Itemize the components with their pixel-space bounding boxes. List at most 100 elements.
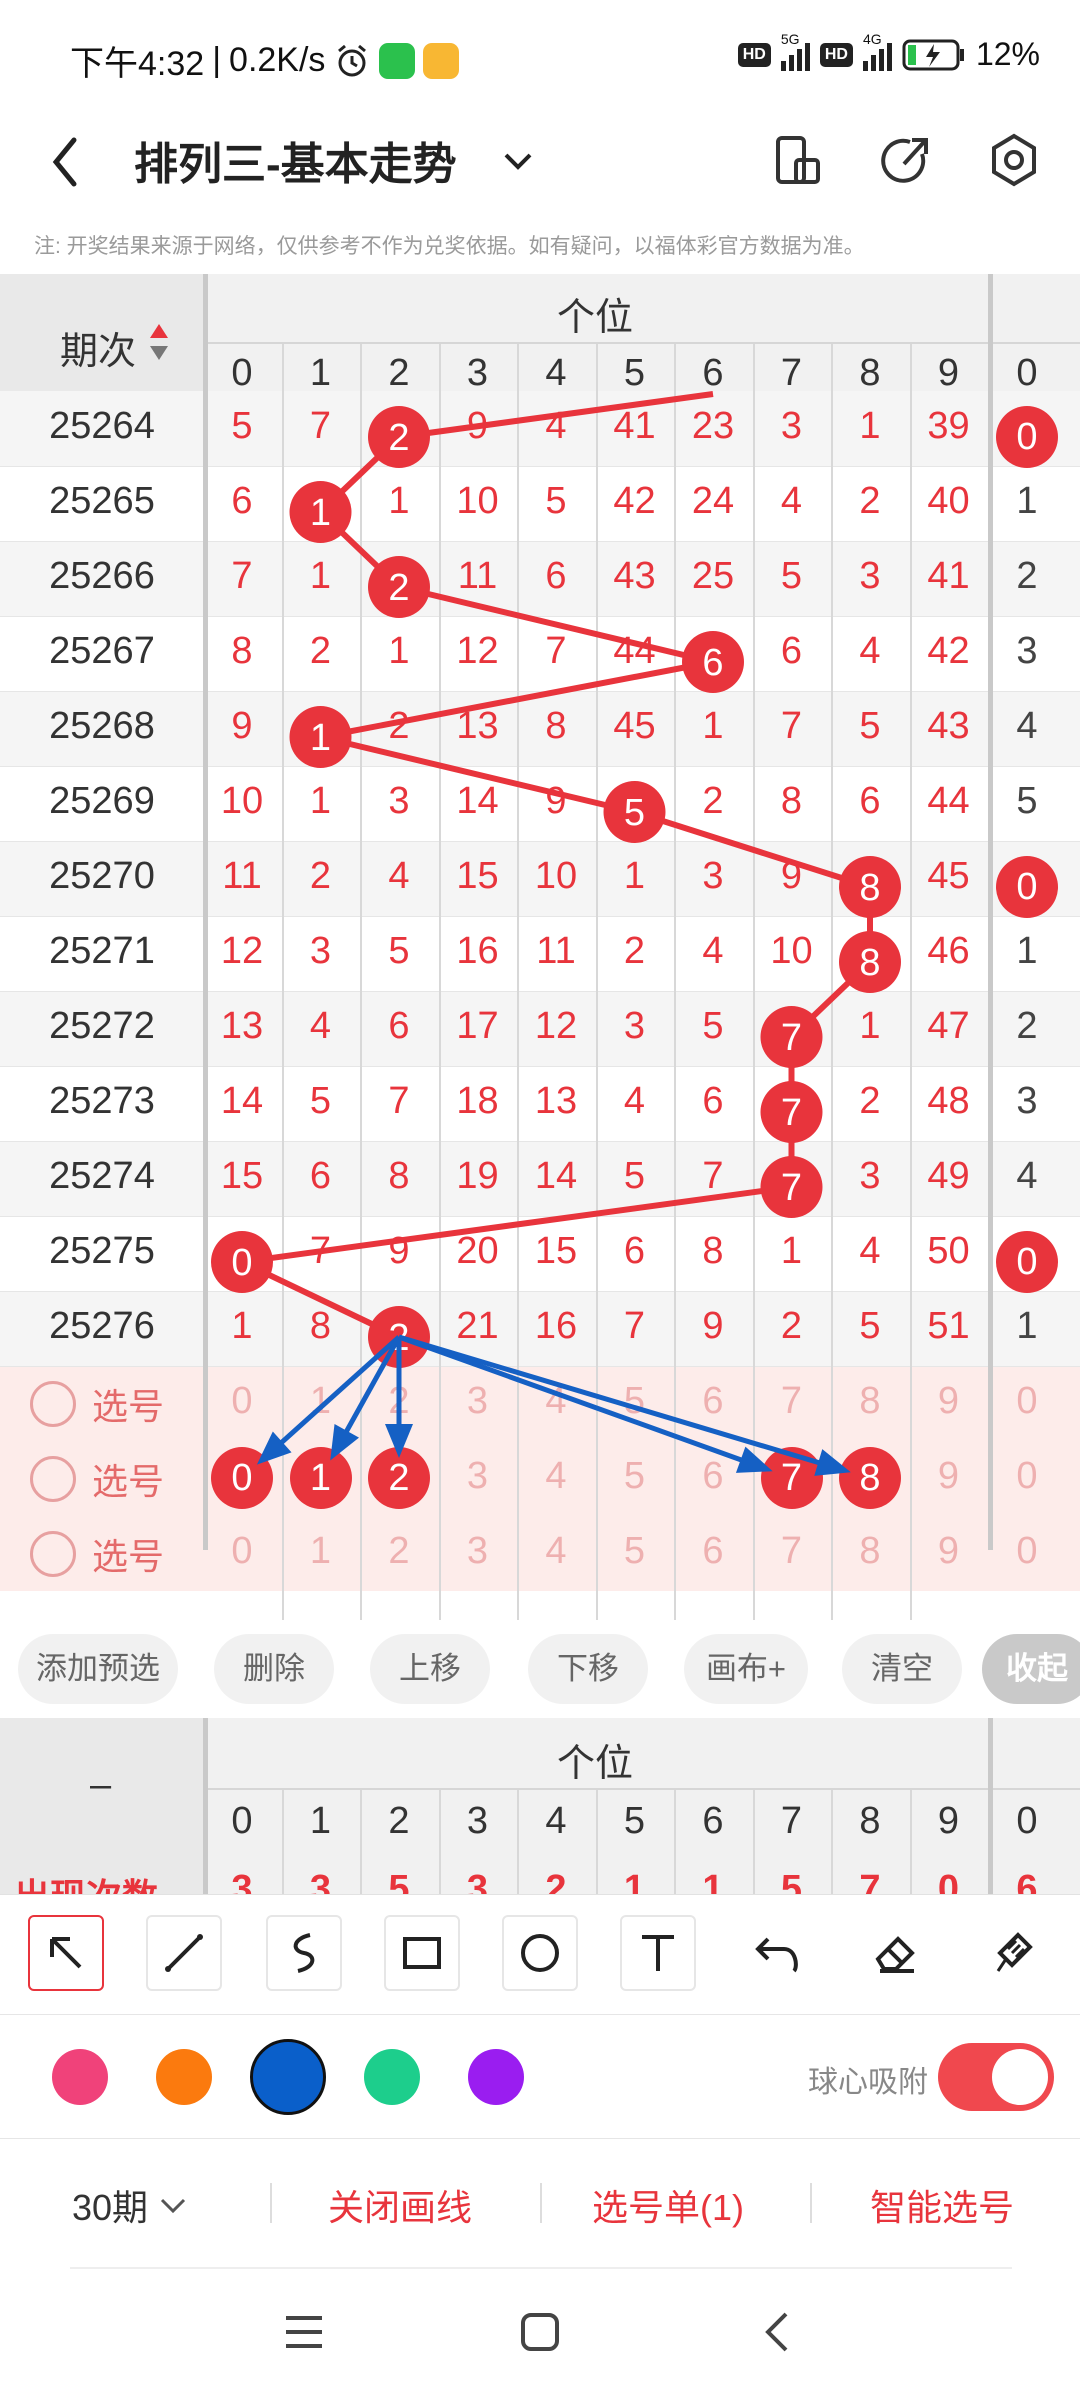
chevron-down-icon bbox=[160, 2198, 186, 2214]
back-icon[interactable] bbox=[756, 2310, 800, 2354]
text-tool[interactable] bbox=[620, 1915, 696, 1991]
stats-body: 个位 0 3 1 3 2 5 3 3 4 2 5 1 6 1 7 5 8 7 9 0 0 6 出现次数 bbox=[0, 1718, 1080, 1894]
drawn-arrowhead bbox=[330, 1424, 359, 1461]
status-left: 下午4:32 | 0.2K/s bbox=[70, 36, 460, 85]
signal-4g-icon: 4G bbox=[862, 31, 892, 71]
period-selector[interactable]: 30期 bbox=[72, 2179, 188, 2231]
disclaimer-notice: 注: 开奖结果来源于网络，仅供参考不作为兑奖依据。如有疑问，以福体彩官方数据为准… bbox=[34, 235, 865, 258]
undo-tool[interactable] bbox=[740, 1915, 816, 1991]
trend-line-segment bbox=[633, 809, 871, 890]
snap-toggle-knob bbox=[992, 2049, 1048, 2105]
eraser-icon bbox=[875, 1936, 915, 1973]
trend-table: 期次 个位01234567890252645794412331390252656… bbox=[0, 274, 1080, 1620]
color-swatch[interactable] bbox=[250, 2039, 326, 2115]
stats-value-cell: 3 bbox=[231, 1868, 253, 1894]
status-bar: 下午4:32 | 0.2K/s HD 5G HD 4G 12% bbox=[0, 0, 1080, 110]
system-nav-bar bbox=[0, 2268, 1080, 2400]
battery-text: 12% bbox=[975, 36, 1040, 72]
back-arrow-icon[interactable] bbox=[44, 130, 84, 194]
stats-value-cell: 5 bbox=[780, 1868, 803, 1894]
line-icon bbox=[165, 1934, 203, 1972]
drawn-arrow-line bbox=[262, 1335, 401, 1460]
home-icon[interactable] bbox=[518, 2310, 562, 2354]
drawn-arrow-line bbox=[398, 1334, 842, 1472]
hit-ball-number: 0 bbox=[231, 1242, 252, 1284]
curve-tool[interactable] bbox=[266, 1915, 342, 1991]
smart-pick-button[interactable]: 智能选号 bbox=[870, 2179, 1014, 2231]
add-preselect-button[interactable]: 添加预选 bbox=[18, 1634, 178, 1704]
pick-list-button[interactable]: 选号单(1) bbox=[592, 2179, 744, 2231]
battery-charging-icon bbox=[902, 39, 964, 70]
drawn-arrowhead bbox=[814, 1449, 851, 1476]
canvas-plus-button[interactable]: 画布+ bbox=[684, 1634, 808, 1704]
trend-line-segment bbox=[241, 1184, 792, 1265]
stats-value-cell: 1 bbox=[623, 1868, 646, 1894]
close-drawing-button[interactable]: 关闭画线 bbox=[328, 2179, 472, 2231]
collapse-button[interactable]: 收起 bbox=[982, 1634, 1080, 1704]
rectangle-icon bbox=[403, 1937, 441, 1969]
undo-icon bbox=[755, 1937, 798, 1973]
snap-toggle[interactable] bbox=[938, 2043, 1054, 2111]
chevron-down-icon[interactable] bbox=[500, 146, 536, 176]
landscape-icon[interactable] bbox=[770, 130, 824, 190]
clear-button[interactable]: 清空 bbox=[842, 1634, 962, 1704]
hit-ball-number: 7 bbox=[781, 1017, 802, 1059]
stats-row-label: 出现次数 bbox=[14, 1868, 158, 1894]
select-arrow-tool[interactable] bbox=[28, 1915, 104, 1991]
stats-digit-header-9: 9 bbox=[937, 1800, 960, 1842]
eraser-tool[interactable] bbox=[858, 1915, 934, 1991]
line-tool[interactable] bbox=[146, 1915, 222, 1991]
drawn-arrow-line bbox=[398, 1334, 765, 1471]
move-up-button[interactable]: 上移 bbox=[370, 1634, 490, 1704]
hd-badge-2: HD bbox=[819, 42, 853, 67]
settings-hexagon-icon[interactable] bbox=[986, 130, 1042, 190]
stats-next-value: 6 bbox=[1016, 1868, 1038, 1894]
status-right: HD 5G HD 4G 12% bbox=[737, 31, 1040, 73]
wechat-icon bbox=[379, 42, 416, 79]
signal-5g-icon: 5G bbox=[780, 31, 810, 71]
period-label: 30期 bbox=[72, 2187, 149, 2228]
drawn-arrowhead bbox=[385, 1424, 413, 1458]
stats-value-cell: 1 bbox=[702, 1868, 724, 1894]
curve-icon bbox=[293, 1933, 315, 1973]
color-swatch[interactable] bbox=[468, 2049, 524, 2105]
circle-tool[interactable] bbox=[502, 1915, 578, 1991]
hit-ball-number: 2 bbox=[388, 417, 409, 459]
hit-ball-number: 5 bbox=[624, 792, 645, 834]
stats-digit-header-3: 3 bbox=[466, 1800, 489, 1842]
page-title: 排列三-基本走势 bbox=[134, 140, 457, 189]
hit-ball-number: 1 bbox=[310, 717, 331, 759]
hit-ball-number: 1 bbox=[310, 492, 331, 534]
drawn-arrowhead bbox=[735, 1446, 773, 1473]
hit-ball-number: 2 bbox=[388, 567, 409, 609]
menu-icon[interactable] bbox=[282, 2310, 326, 2354]
move-down-button[interactable]: 下移 bbox=[528, 1634, 648, 1704]
color-swatch[interactable] bbox=[156, 2049, 212, 2105]
stats-digit-header-7: 7 bbox=[780, 1800, 803, 1842]
stats-next-header: 0 bbox=[1016, 1800, 1038, 1842]
rectangle-tool[interactable] bbox=[384, 1915, 460, 1991]
stats-digit-header-6: 6 bbox=[702, 1800, 724, 1842]
stats-value-cell: 3 bbox=[309, 1868, 332, 1894]
trend-line-segment bbox=[398, 584, 714, 665]
stats-table: – 个位0313253342516175879006出现次数 bbox=[0, 1718, 1080, 1894]
stats-digit-header-2: 2 bbox=[388, 1800, 410, 1842]
notes-app-icon bbox=[423, 42, 460, 79]
circle-icon bbox=[521, 1934, 559, 1972]
snap-label: 球心吸附 bbox=[808, 2066, 928, 2099]
stats-digit-header-4: 4 bbox=[545, 1800, 567, 1842]
stats-value-cell: 3 bbox=[466, 1868, 489, 1894]
color-swatch[interactable] bbox=[52, 2049, 108, 2105]
clear-drawing-tool[interactable] bbox=[976, 1915, 1052, 1991]
action-bar: 添加预选 删除 上移 下移 画布+ 清空 收起 bbox=[0, 1620, 1080, 1720]
color-swatch[interactable] bbox=[364, 2049, 420, 2105]
trend-line-segment bbox=[398, 391, 714, 440]
stats-digit-header-1: 1 bbox=[309, 1800, 332, 1842]
hit-ball-number: 7 bbox=[781, 1092, 802, 1134]
share-icon[interactable] bbox=[878, 130, 934, 190]
drawing-overlay[interactable]: 2126158877702 bbox=[0, 274, 1080, 1620]
hit-ball-number: 7 bbox=[781, 1167, 802, 1209]
delete-button[interactable]: 删除 bbox=[214, 1634, 334, 1704]
trend-line-segment bbox=[319, 734, 636, 815]
stats-value-cell: 7 bbox=[859, 1868, 881, 1894]
